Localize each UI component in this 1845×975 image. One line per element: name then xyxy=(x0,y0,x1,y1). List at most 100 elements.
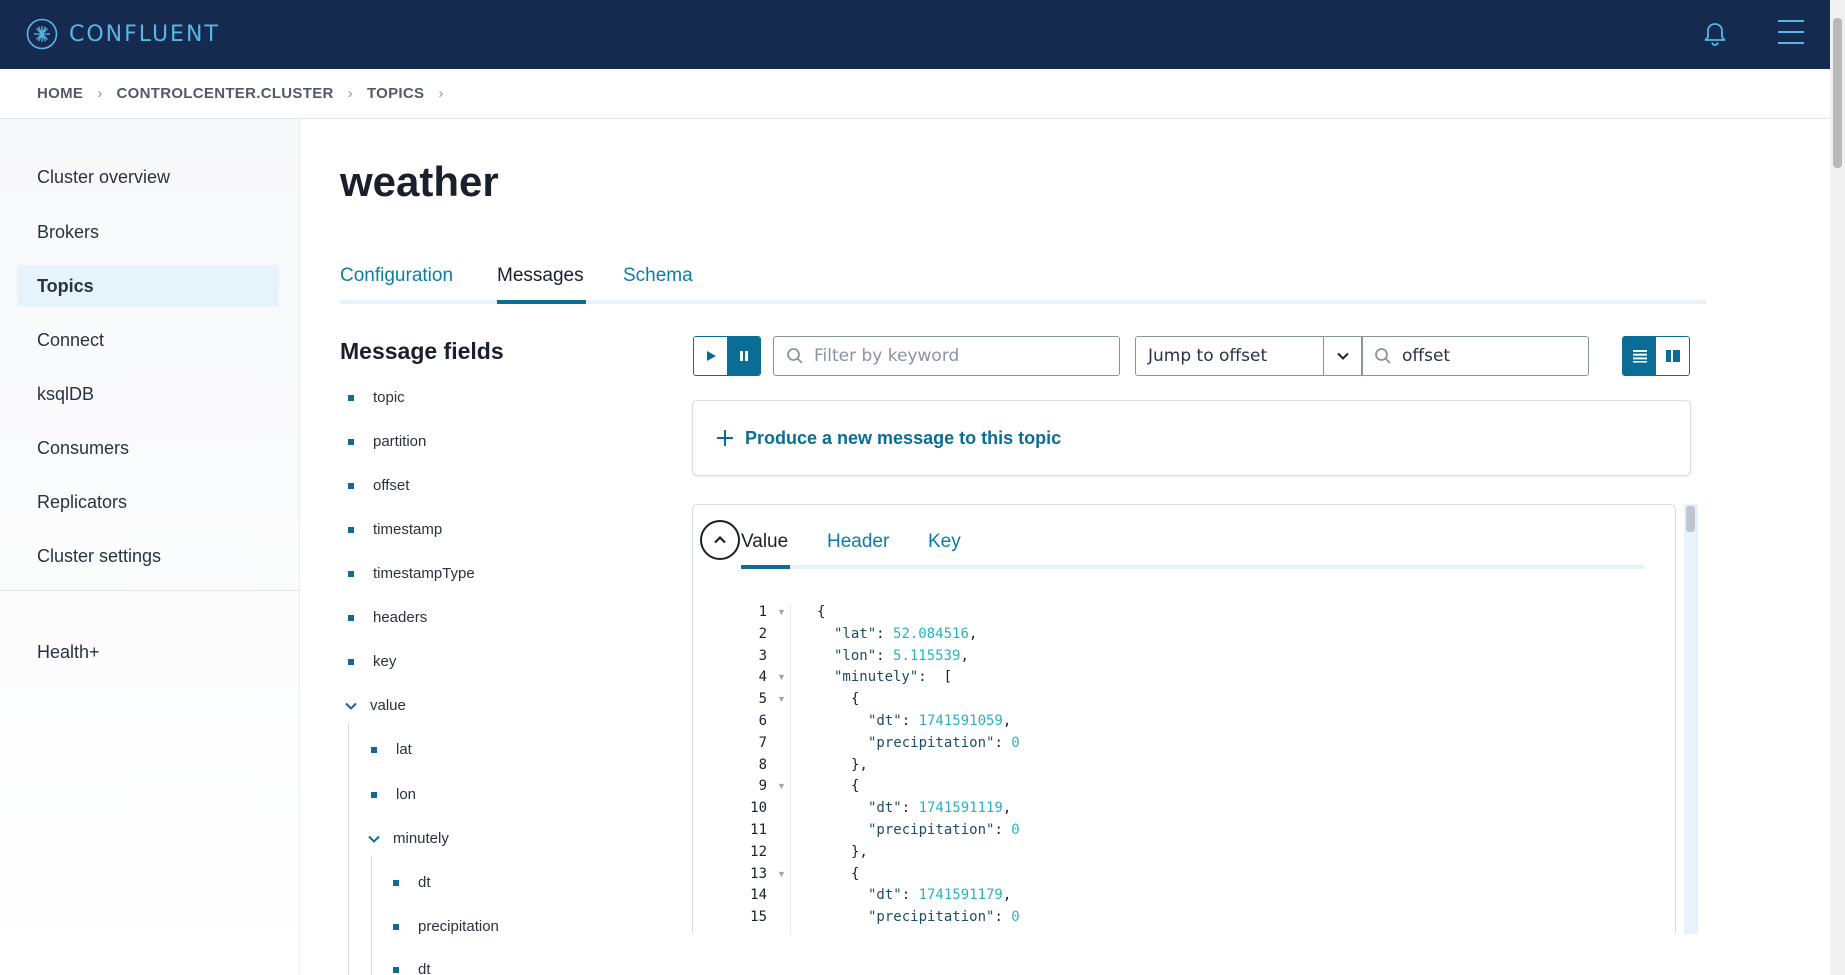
split-view-button[interactable] xyxy=(1656,337,1689,375)
brand-name: CONFLUENT xyxy=(69,21,220,47)
produce-message-button[interactable]: Produce a new message to this topic xyxy=(692,400,1691,476)
page-title: weather xyxy=(340,158,499,205)
bullet-icon xyxy=(348,570,354,577)
bell-icon[interactable] xyxy=(1701,20,1729,48)
field-item[interactable]: lon xyxy=(371,786,416,803)
pause-button[interactable] xyxy=(727,337,760,375)
field-item[interactable]: dt xyxy=(393,961,431,975)
field-label: value xyxy=(370,697,406,714)
line-number: 11 xyxy=(750,822,767,838)
message-scrollbar-thumb[interactable] xyxy=(1686,506,1695,532)
breadcrumb-separator: › xyxy=(438,85,444,102)
view-toggle xyxy=(1622,336,1690,376)
field-item[interactable]: timestamp xyxy=(348,521,442,538)
field-item[interactable]: partition xyxy=(348,433,426,450)
list-view-button[interactable] xyxy=(1623,337,1656,375)
sidebar-item-cluster-overview[interactable]: Cluster overview xyxy=(37,167,170,188)
bullet-icon xyxy=(348,658,354,665)
field-group-minutely[interactable]: minutely xyxy=(367,830,449,847)
sidebar-item-replicators[interactable]: Replicators xyxy=(37,492,127,513)
filter-placeholder: Filter by keyword xyxy=(814,346,960,366)
field-item[interactable]: topic xyxy=(348,389,405,406)
breadcrumb-home[interactable]: HOME xyxy=(37,85,83,102)
brand-logo[interactable]: CONFLUENT xyxy=(26,18,220,50)
code-line: }, xyxy=(851,756,868,773)
field-item[interactable]: precipitation xyxy=(393,918,499,935)
message-card: Value Header Key 1 ▼ {2 "lat": 52.084516, 3 "… xyxy=(692,504,1676,934)
tab-messages[interactable]: Messages xyxy=(497,265,584,287)
field-item[interactable]: timestampType xyxy=(348,565,475,582)
code-line: "precipitation": 0 xyxy=(868,909,1020,926)
fold-toggle-icon[interactable]: ▼ xyxy=(777,869,786,879)
field-item[interactable]: lat xyxy=(371,741,412,758)
field-label: lon xyxy=(396,786,417,803)
field-label: key xyxy=(373,653,397,670)
field-label: topic xyxy=(373,389,405,406)
field-label: timestampType xyxy=(373,565,475,582)
code-line: "dt": 1741591179, xyxy=(868,887,1012,904)
field-item[interactable]: offset xyxy=(348,477,409,494)
field-item[interactable]: key xyxy=(348,653,396,670)
sidebar-item-cluster-settings[interactable]: Cluster settings xyxy=(37,546,161,567)
sidebar-item-connect[interactable]: Connect xyxy=(37,330,104,351)
play-icon xyxy=(706,351,716,361)
line-number: 9 xyxy=(758,778,767,795)
play-button[interactable] xyxy=(694,337,727,375)
sidebar-item-topics[interactable]: Topics xyxy=(37,276,94,297)
offset-input[interactable]: offset xyxy=(1361,336,1589,376)
line-number: 7 xyxy=(758,734,767,751)
breadcrumb: HOME › CONTROLCENTER.CLUSTER › TOPICS › xyxy=(0,69,1830,119)
field-label: minutely xyxy=(393,830,449,847)
jump-to-select[interactable]: Jump to offset xyxy=(1135,336,1363,376)
sidebar-item-consumers[interactable]: Consumers xyxy=(37,438,129,459)
field-item[interactable]: dt xyxy=(393,874,431,891)
collapse-message-button[interactable] xyxy=(700,520,740,560)
top-bar: CONFLUENT xyxy=(0,0,1845,69)
search-icon xyxy=(1375,348,1391,364)
code-line: { xyxy=(851,778,860,795)
bullet-icon xyxy=(348,438,354,445)
code-line: "dt": 1741591059, xyxy=(868,713,1012,729)
fold-toggle-icon[interactable]: ▼ xyxy=(777,781,786,791)
list-view-icon xyxy=(1632,350,1647,363)
line-number: 6 xyxy=(758,713,767,729)
bullet-icon xyxy=(371,746,377,753)
sidebar-item-brokers[interactable]: Brokers xyxy=(37,222,99,243)
tab-configuration[interactable]: Configuration xyxy=(340,265,453,287)
chevron-down-icon xyxy=(368,835,380,843)
field-item[interactable]: headers xyxy=(348,609,427,626)
tab-schema[interactable]: Schema xyxy=(623,265,693,287)
field-label: partition xyxy=(373,433,427,450)
breadcrumb-cluster[interactable]: CONTROLCENTER.CLUSTER xyxy=(117,85,334,102)
tab-active-underline xyxy=(497,300,586,304)
field-group-value[interactable]: value xyxy=(344,697,406,714)
fold-toggle-icon[interactable]: ▼ xyxy=(777,607,786,617)
jump-select-toggle[interactable] xyxy=(1324,337,1362,375)
message-tab-value[interactable]: Value xyxy=(741,531,788,553)
code-line: "lat": 52.084516, xyxy=(834,625,978,642)
line-number: 15 xyxy=(750,909,767,926)
line-number: 13 xyxy=(750,865,767,882)
sidebar-item-health-plus[interactable]: Health+ xyxy=(37,642,100,663)
message-scrollbar[interactable] xyxy=(1684,504,1698,934)
message-tab-key[interactable]: Key xyxy=(928,531,961,553)
breadcrumb-topics[interactable]: TOPICS xyxy=(367,85,424,102)
fold-toggle-icon[interactable]: ▼ xyxy=(777,694,786,704)
bullet-icon xyxy=(348,394,354,401)
line-number: 2 xyxy=(758,625,767,642)
code-line: { xyxy=(851,865,860,882)
bullet-icon xyxy=(348,482,354,489)
filter-keyword-input[interactable]: Filter by keyword xyxy=(773,336,1120,376)
fold-toggle-icon[interactable]: ▼ xyxy=(777,672,786,682)
chevron-down-icon xyxy=(1337,352,1349,360)
code-line: }, xyxy=(851,843,868,860)
code-line: "minutely": [ xyxy=(834,669,953,686)
bullet-icon xyxy=(393,879,399,886)
jump-select-value: Jump to offset xyxy=(1136,337,1324,375)
sidebar-item-ksqldb[interactable]: ksqlDB xyxy=(37,384,94,405)
message-tab-header[interactable]: Header xyxy=(827,531,889,553)
split-view-icon xyxy=(1665,350,1680,362)
line-number: 1 xyxy=(758,604,767,620)
page-scrollbar-thumb[interactable] xyxy=(1833,18,1842,168)
hamburger-menu-icon[interactable] xyxy=(1778,20,1804,46)
